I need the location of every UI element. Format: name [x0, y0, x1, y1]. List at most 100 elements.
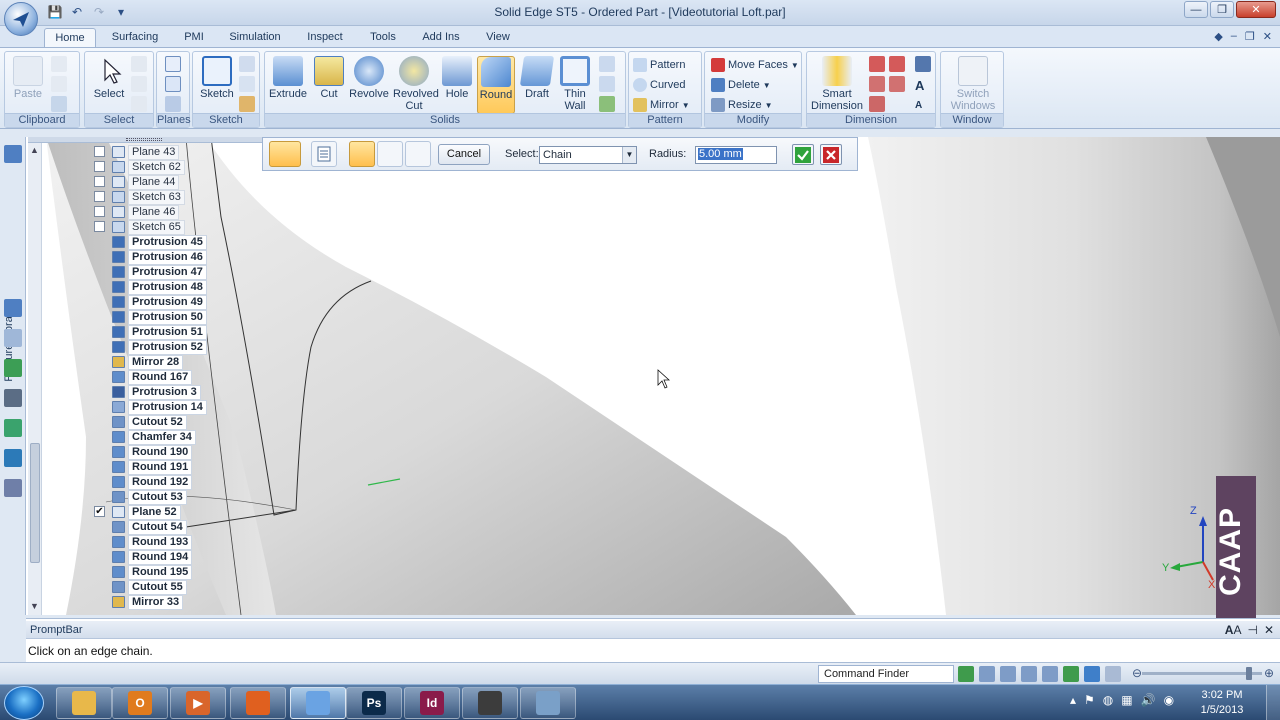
application-button[interactable] — [4, 2, 38, 36]
coordinate-dimension-icon[interactable] — [869, 76, 885, 92]
scroll-up-icon[interactable]: ▲ — [30, 145, 39, 155]
round-step-icon[interactable] — [269, 141, 301, 167]
hole-button[interactable]: Hole — [439, 56, 475, 100]
paste-button[interactable]: Paste — [11, 56, 45, 100]
tree-item-checkbox[interactable] — [94, 161, 105, 172]
taskbar-outlook[interactable]: O — [112, 687, 168, 719]
tab-inspect[interactable]: Inspect — [298, 28, 352, 48]
doc-minimize-icon[interactable]: – — [1231, 30, 1237, 43]
feature-library-icon[interactable] — [4, 145, 22, 163]
tree-item[interactable]: Round 192 — [112, 474, 193, 490]
draft-button[interactable]: Draft — [519, 56, 555, 100]
view-cube-icon[interactable] — [1084, 666, 1100, 682]
tree-item[interactable]: Protrusion 48 — [112, 279, 207, 295]
panel-grip[interactable] — [126, 138, 162, 141]
copy-icon[interactable] — [51, 76, 67, 92]
tree-item[interactable]: Round 193 — [112, 534, 193, 550]
zoom-slider[interactable] — [1142, 667, 1262, 680]
tree-item[interactable]: Round 167 — [112, 369, 193, 385]
select-mode-icon[interactable] — [131, 96, 147, 112]
coordinate-system-icon[interactable] — [165, 96, 181, 112]
mirror-button[interactable]: Mirror ▼ — [633, 96, 690, 114]
angular-coordinate-icon[interactable] — [889, 76, 905, 92]
tree-item[interactable]: Protrusion 46 — [112, 249, 207, 265]
network-icon[interactable]: ▦ — [1121, 693, 1132, 707]
radius-input[interactable]: 5.00 mm — [695, 146, 777, 164]
tree-item[interactable]: Cutout 52 — [112, 414, 187, 430]
preview-step-icon[interactable] — [377, 141, 403, 167]
tree-item[interactable]: Plane 43 — [112, 144, 180, 160]
cut-button[interactable]: Cut — [313, 56, 345, 100]
close-icon[interactable]: ✕ — [1264, 623, 1274, 637]
extrude-button[interactable]: Extrude — [269, 56, 307, 100]
volume-icon[interactable]: 🔊 — [1141, 693, 1156, 707]
assembly-icon[interactable] — [4, 479, 22, 497]
tab-home[interactable]: Home — [44, 28, 96, 48]
tree-item[interactable]: Protrusion 49 — [112, 294, 207, 310]
switch-windows-button[interactable]: Switch Windows — [945, 56, 1001, 112]
close-button[interactable]: ✕ — [1236, 1, 1276, 18]
show-desktop-button[interactable] — [1266, 685, 1280, 720]
select-button[interactable]: Select — [91, 56, 127, 100]
tree-item[interactable]: Plane 52 — [112, 504, 181, 520]
tree-item-checkbox[interactable] — [94, 221, 105, 232]
taskbar-camtasia[interactable] — [462, 687, 518, 719]
families-icon[interactable] — [4, 359, 22, 377]
select-option-icon[interactable] — [131, 56, 147, 72]
chevron-down-icon[interactable]: ▼ — [622, 147, 636, 163]
pattern-button[interactable]: Pattern — [633, 56, 685, 74]
font-size-icon[interactable]: AA — [1225, 623, 1242, 637]
tree-item[interactable]: Cutout 54 — [112, 519, 187, 535]
sketch-button[interactable]: Sketch — [197, 56, 237, 100]
restore-button[interactable]: ❐ — [1210, 1, 1234, 18]
round-button[interactable]: Round — [477, 56, 515, 114]
tree-item[interactable]: Sketch 62 — [112, 159, 185, 175]
move-faces-dropdown-icon[interactable]: ▼ — [791, 61, 799, 70]
minimize-button[interactable]: — — [1184, 1, 1208, 18]
tree-item[interactable]: Round 191 — [112, 459, 193, 475]
tab-simulation[interactable]: Simulation — [222, 28, 288, 48]
solids-more-3-icon[interactable] — [599, 96, 615, 112]
taskbar-window-app[interactable] — [520, 687, 576, 719]
tree-item[interactable]: Plane 46 — [112, 204, 180, 220]
taskbar-photoshop[interactable]: Ps — [346, 687, 402, 719]
tree-item[interactable]: Mirror 33 — [112, 594, 184, 610]
angle-between-icon[interactable] — [889, 56, 905, 72]
zoom-icon[interactable] — [1000, 666, 1016, 682]
pencil-icon[interactable] — [239, 96, 255, 112]
distance-between-icon[interactable] — [869, 56, 885, 72]
resize-button[interactable]: Resize ▼ — [711, 96, 773, 114]
plane-options-icon[interactable] — [165, 76, 181, 92]
symmetric-diameter-icon[interactable] — [869, 96, 885, 112]
tree-item[interactable]: Protrusion 52 — [112, 339, 207, 355]
select-filter-icon[interactable] — [131, 76, 147, 92]
delete-dropdown-icon[interactable]: ▼ — [763, 81, 771, 90]
tree-item[interactable]: Round 195 — [112, 564, 193, 580]
tree-item[interactable]: Round 194 — [112, 549, 193, 565]
cancel-button[interactable]: Cancel — [438, 144, 490, 165]
tree-item[interactable]: Chamfer 34 — [112, 429, 196, 445]
command-finder-input[interactable]: Command Finder — [818, 665, 954, 683]
tree-item[interactable]: Protrusion 14 — [112, 399, 207, 415]
select-edges-step-icon[interactable] — [349, 141, 375, 167]
options-icon[interactable] — [311, 141, 337, 167]
clock[interactable]: 3:02 PM 1/5/2013 — [1192, 688, 1252, 718]
taskbar-indesign[interactable]: Id — [404, 687, 460, 719]
zoom-out-icon[interactable]: ⊖ — [1132, 666, 1142, 680]
tree-item[interactable]: Sketch 63 — [112, 189, 185, 205]
smart-dimension-button[interactable]: Smart Dimension — [809, 56, 865, 112]
tray-misc-icon[interactable]: ◉ — [1164, 693, 1174, 707]
select-dropdown[interactable]: Chain ▼ — [539, 146, 637, 164]
rotate-icon[interactable] — [1063, 666, 1079, 682]
text-style-icon[interactable] — [915, 56, 931, 72]
move-faces-button[interactable]: Move Faces ▼ — [711, 56, 799, 74]
curved-button[interactable]: Curved — [633, 76, 685, 94]
zoom-in-icon[interactable]: ⊕ — [1264, 666, 1274, 680]
accept-button[interactable] — [792, 144, 814, 165]
tree-item[interactable]: Protrusion 3 — [112, 384, 201, 400]
tab-add-ins[interactable]: Add Ins — [414, 28, 468, 48]
scroll-down-icon[interactable]: ▼ — [30, 601, 39, 611]
tab-surfacing[interactable]: Surfacing — [104, 28, 166, 48]
reject-button[interactable] — [820, 144, 842, 165]
tree-item[interactable]: Cutout 53 — [112, 489, 187, 505]
